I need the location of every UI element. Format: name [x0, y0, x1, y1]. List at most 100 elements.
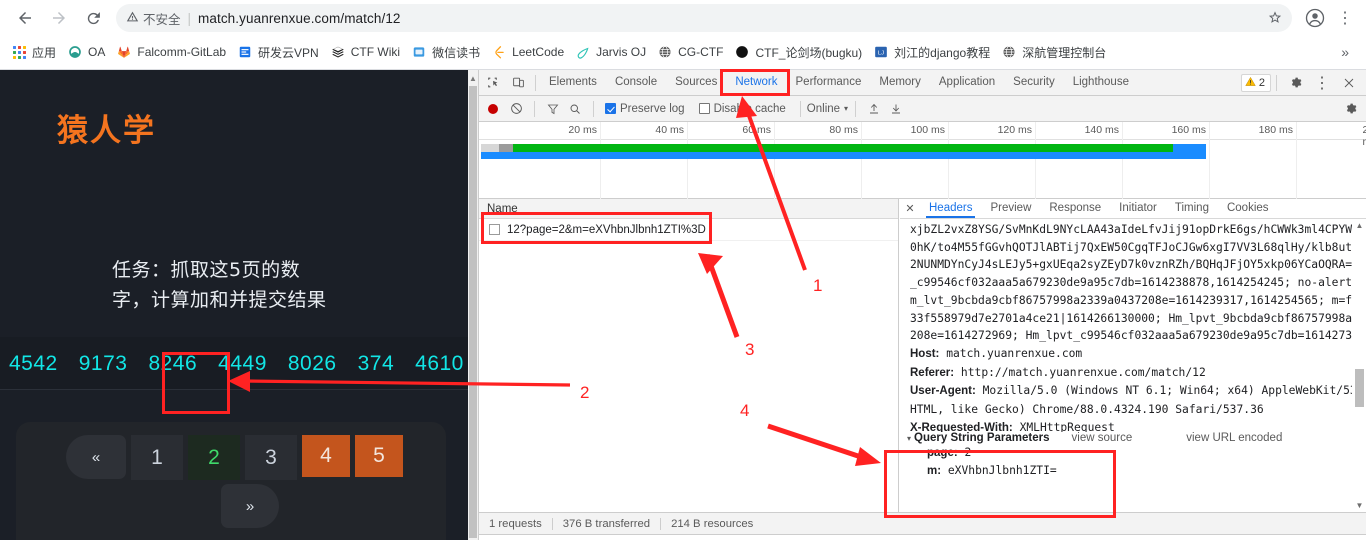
view-url-encoded-link[interactable]: view URL encoded — [1186, 432, 1282, 444]
bookmark-item-ctf-wiki[interactable]: CTF Wiki — [326, 40, 407, 64]
query-string-header[interactable]: ▾ Query String Parameters view source vi… — [901, 432, 1352, 444]
detail-tab-cookies[interactable]: Cookies — [1218, 199, 1278, 218]
scrollbar-thumb[interactable] — [1355, 369, 1364, 407]
search-icon[interactable] — [564, 98, 586, 120]
network-overview-timeline[interactable]: 20 ms 40 ms 60 ms 80 ms 100 ms 120 ms 14… — [479, 122, 1366, 199]
star-icon[interactable] — [1268, 10, 1282, 27]
browser-menu-icon[interactable]: ⋮ — [1332, 3, 1358, 33]
bookmarks-overflow-chevron[interactable]: » — [1341, 44, 1359, 60]
number-list: 4542 9173 8246 4449 8026 374 4610 29 — [0, 337, 478, 390]
export-har-icon[interactable] — [885, 98, 907, 120]
import-har-icon[interactable] — [863, 98, 885, 120]
forward-icon[interactable] — [42, 1, 76, 35]
task-description: 任务：抓取这5页的数 字，计算加和并提交结果 — [112, 255, 432, 315]
tab-security[interactable]: Security — [1004, 70, 1064, 95]
network-toolbar: Preserve log Disable cache Online ▾ — [479, 96, 1366, 122]
status-resources: 214 B resources — [671, 517, 754, 530]
vpn-icon — [237, 44, 253, 60]
header-line: 208e=1614272969; Hm_lpvt_c99546cf032aaa5… — [910, 329, 1352, 343]
warning-count: 2 — [1258, 76, 1265, 89]
bookmark-label: 刘江的django教程 — [894, 45, 991, 60]
tab-console[interactable]: Console — [606, 70, 666, 95]
pagination-page-2[interactable]: 2 — [188, 435, 240, 480]
disable-cache-checkbox[interactable]: Disable cache — [698, 103, 786, 115]
checkbox-box[interactable] — [605, 103, 616, 114]
header-line: 2NUNMDYnCyJ4sLEJy5+gxUEqa2syZEyD7k0vznRZ… — [910, 258, 1352, 272]
header-line: 33f558979d7e2701a4ce21|1614266130000; Hm… — [910, 311, 1352, 325]
tab-memory[interactable]: Memory — [870, 70, 930, 95]
scrollbar-thumb[interactable] — [469, 86, 477, 538]
inspect-element-icon[interactable] — [479, 70, 505, 95]
number-item: 9173 — [78, 351, 128, 375]
checkbox-box[interactable] — [698, 103, 710, 114]
bookmark-item-bugku[interactable]: CTF_论剑场(bugku) — [730, 40, 869, 64]
view-source-link[interactable]: view source — [1072, 432, 1133, 444]
device-toolbar-icon[interactable] — [505, 70, 531, 95]
close-icon[interactable] — [1336, 70, 1362, 95]
page-scrollbar[interactable]: ▲ — [468, 70, 478, 540]
pagination-page-4[interactable]: 4 — [302, 435, 350, 477]
scroll-down-arrow-icon[interactable]: ▼ — [1353, 499, 1366, 512]
tab-sources[interactable]: Sources — [666, 70, 726, 95]
number-item: 4449 — [218, 351, 267, 375]
pagination-page-5[interactable]: 5 — [355, 435, 403, 477]
bookmark-item-apps[interactable]: 应用 — [7, 40, 63, 64]
bookmark-item-shenhang-console[interactable]: 深航管理控制台 — [997, 40, 1113, 64]
network-status-bar: 1 requests 376 B transferred 214 B resou… — [479, 512, 1366, 534]
back-icon[interactable] — [8, 1, 42, 35]
detail-tab-preview[interactable]: Preview — [981, 199, 1040, 218]
tab-elements[interactable]: Elements — [540, 70, 606, 95]
bookmark-item-django-tutorial[interactable]: LJ 刘江的django教程 — [869, 40, 997, 64]
reload-icon[interactable] — [76, 1, 110, 35]
detail-tab-timing[interactable]: Timing — [1166, 199, 1218, 218]
record-stop-icon[interactable] — [488, 103, 498, 114]
pagination-next-button[interactable]: » — [221, 484, 279, 528]
chevron-down-icon[interactable]: ▾ — [844, 104, 848, 113]
bookmark-item-cg-ctf[interactable]: CG-CTF — [653, 40, 730, 64]
tick-label: 60 ms — [742, 124, 771, 136]
network-settings-gear-icon[interactable] — [1339, 98, 1361, 120]
tick-label: 100 ms — [910, 124, 945, 136]
gitlab-fox-icon — [116, 44, 132, 60]
detail-scrollbar[interactable]: ▲ ▼ — [1353, 219, 1366, 512]
preserve-log-checkbox[interactable]: Preserve log — [605, 103, 685, 115]
scroll-up-arrow-icon[interactable]: ▲ — [468, 72, 478, 86]
bookmark-item-gitlab[interactable]: Falcomm-GitLab — [112, 40, 233, 64]
pagination-page-1[interactable]: 1 — [131, 435, 183, 480]
scroll-up-arrow-icon[interactable]: ▲ — [1353, 219, 1366, 232]
clear-icon[interactable] — [505, 98, 527, 120]
pagination-page-3[interactable]: 3 — [245, 435, 297, 480]
filter-funnel-icon[interactable] — [542, 98, 564, 120]
navigation-bar: 不安全 | match.yuanrenxue.com/match/12 ⋮ — [0, 0, 1366, 36]
bookmark-item-leetcode[interactable]: LeetCode — [487, 40, 571, 64]
header-line: xjbZL2vxZ8YSG/SvMnKdL9NYcLAA43aIdeLfvJij… — [910, 223, 1352, 236]
devtools-more-icon[interactable]: ⋮ — [1309, 70, 1335, 95]
query-string-parameters-section: ▾ Query String Parameters view source vi… — [901, 432, 1352, 494]
tab-application[interactable]: Application — [930, 70, 1004, 95]
request-column-header[interactable]: Name — [479, 199, 898, 219]
apps-grid-icon — [11, 44, 27, 60]
bookmark-item-jarvis-oj[interactable]: Jarvis OJ — [571, 40, 653, 64]
tab-performance[interactable]: Performance — [787, 70, 871, 95]
tab-network[interactable]: Network — [726, 70, 786, 95]
status-badge[interactable]: 2 — [1240, 73, 1271, 92]
detail-tab-initiator[interactable]: Initiator — [1110, 199, 1166, 218]
bookmark-item-vpn[interactable]: 研发云VPN — [233, 40, 326, 64]
detail-tab-headers[interactable]: Headers — [920, 199, 981, 218]
address-bar[interactable]: 不安全 | match.yuanrenxue.com/match/12 — [116, 4, 1292, 32]
detail-tab-response[interactable]: Response — [1040, 199, 1110, 218]
bookmark-item-oa[interactable]: OA — [63, 40, 112, 64]
throttling-select[interactable]: Online ▾ — [807, 103, 848, 115]
tab-lighthouse[interactable]: Lighthouse — [1064, 70, 1138, 95]
header-line: m_lvt_9bcbda9cbf86757998a2339a0437208e=1… — [910, 293, 1352, 307]
devtools-drawer: ⋮ Console What's New ✕ — [479, 534, 1366, 540]
bookmark-item-wechat-read[interactable]: 微信读书 — [407, 40, 487, 64]
close-icon[interactable]: ✕ — [900, 202, 920, 215]
gear-icon[interactable] — [1282, 70, 1308, 95]
bookmark-label: 微信读书 — [432, 45, 481, 60]
pagination-prev-button[interactable]: « — [66, 435, 126, 479]
profile-avatar-icon[interactable] — [1300, 3, 1330, 33]
chevron-down-icon[interactable]: ▾ — [907, 434, 911, 443]
security-warning-badge[interactable]: 不安全 — [126, 9, 181, 28]
table-row[interactable]: 12?page=2&m=eXVhbnJlbnh1ZTI%3D — [479, 219, 898, 241]
